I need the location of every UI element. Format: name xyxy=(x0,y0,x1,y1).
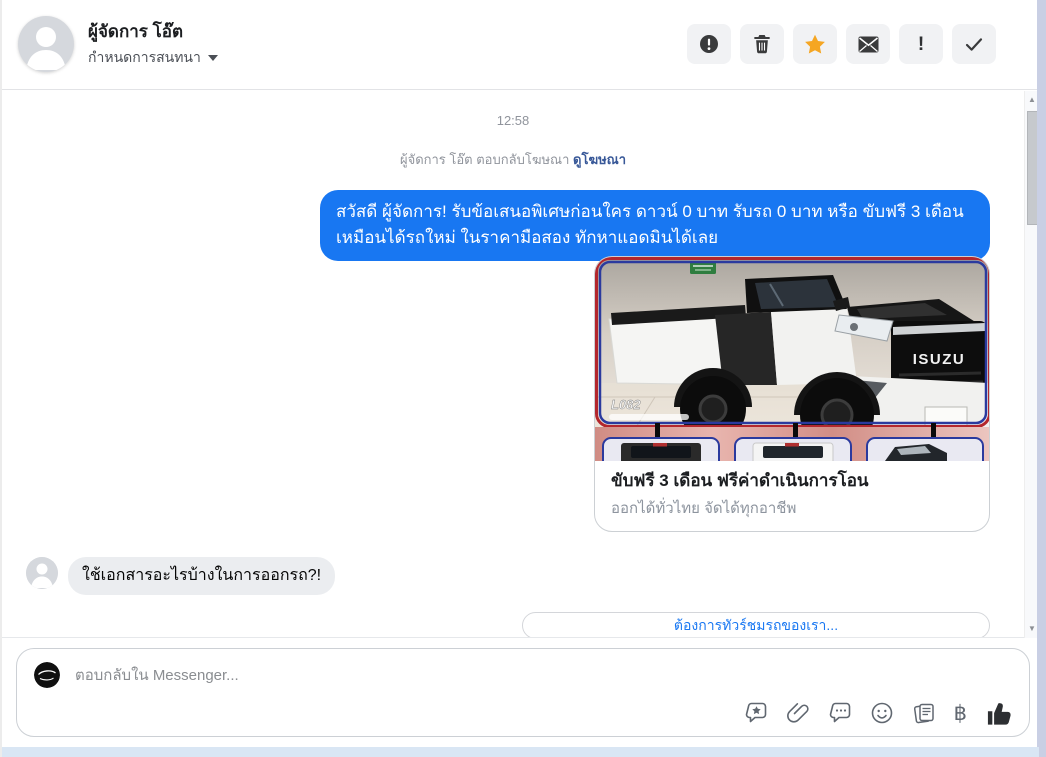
reply-input[interactable] xyxy=(75,656,695,694)
window-bottom-edge xyxy=(2,747,1039,757)
quick-reply-button[interactable]: ต้องการทัวร์ชมรถของเรา... xyxy=(522,612,990,637)
like-button[interactable] xyxy=(985,699,1013,727)
mark-unread-button[interactable] xyxy=(846,24,890,64)
photo-watermark: L082 xyxy=(611,397,641,412)
ad-context-line: ผู้จัดการ โอ๊ต ตอบกลับโฆษณา ดูโฆษณา xyxy=(2,149,1024,170)
ad-context-text: ผู้จัดการ โอ๊ต ตอบกลับโฆษณา xyxy=(399,152,570,167)
conversation-schedule-dropdown[interactable]: กำหนดการสนทนา xyxy=(88,47,218,69)
report-button[interactable] xyxy=(687,24,731,64)
window-right-edge xyxy=(1037,0,1046,757)
composer-toolbar: ฿ xyxy=(744,699,1013,727)
check-icon xyxy=(965,38,983,51)
thumbs-up-icon xyxy=(987,703,1011,725)
messenger-conversation-window: ผู้จัดการ โอ๊ต กำหนดการสนทนา ! 12:58 ผู้… xyxy=(0,0,1046,757)
thumbnail-1 xyxy=(602,437,720,461)
ad-card-subtitle: ออกได้ทั่วไทย จัดได้ทุกอาชีพ xyxy=(611,499,797,517)
follow-up-button[interactable] xyxy=(793,24,837,64)
exclamation-icon: ! xyxy=(917,33,925,55)
view-ad-link[interactable]: ดูโฆษณา xyxy=(573,152,626,167)
ad-card-body: ขับฟรี 3 เดือน ฟรีค่าดำเนินการโอน ออกได้… xyxy=(595,461,989,520)
priority-button[interactable]: ! xyxy=(899,24,943,64)
page-logo-icon xyxy=(34,662,60,688)
notes-icon xyxy=(913,703,934,724)
page-logo-avatar xyxy=(34,662,60,688)
star-icon xyxy=(805,34,825,53)
saved-replies-button[interactable] xyxy=(828,701,852,725)
paperclip-icon xyxy=(786,703,809,723)
thumbnail-2 xyxy=(734,437,852,461)
mark-done-button[interactable] xyxy=(952,24,996,64)
contact-avatar[interactable] xyxy=(18,16,74,72)
trash-icon xyxy=(754,35,770,54)
contact-name: ผู้จัดการ โอ๊ต xyxy=(88,22,184,41)
chevron-down-icon xyxy=(207,55,218,61)
truck-brand-text: ISUZU xyxy=(913,351,966,368)
ad-card-title: ขับฟรี 3 เดือน ฟรีค่าดำเนินการโอน xyxy=(611,471,869,490)
header-action-bar: ! xyxy=(687,24,996,64)
incoming-message-bubble: ใช้เอกสารอะไรบ้างในการออกรถ?! xyxy=(68,557,336,596)
incoming-message-row: ใช้เอกสารอะไรบ้างในการออกรถ?! xyxy=(26,557,336,596)
ad-card[interactable]: ISUZU L082 ขับฟรี 3 เดือน ฟรีค่าดำเนินกา… xyxy=(594,256,990,532)
message-thread: 12:58 ผู้จัดการ โอ๊ต ตอบกลับโฆษณา ดูโฆษณ… xyxy=(2,91,1024,638)
report-circle-icon xyxy=(700,35,718,53)
person-icon xyxy=(26,557,58,589)
conversation-header: ผู้จัดการ โอ๊ต กำหนดการสนทนา ! xyxy=(2,0,1039,90)
attach-file-button[interactable] xyxy=(786,701,810,725)
delete-button[interactable] xyxy=(740,24,784,64)
sticker-comment-button[interactable] xyxy=(744,701,768,725)
baht-payment-icon: ฿ xyxy=(953,701,967,725)
sticker-comment-icon xyxy=(745,702,766,723)
emoji-button[interactable] xyxy=(870,701,894,725)
schedule-label: กำหนดการสนทนา xyxy=(88,49,201,65)
timestamp: 12:58 xyxy=(496,113,530,128)
mail-icon xyxy=(858,36,878,52)
person-icon xyxy=(26,27,66,70)
emoji-icon xyxy=(871,702,892,724)
customer-avatar[interactable] xyxy=(26,557,58,589)
reply-composer: ฿ xyxy=(16,648,1030,737)
payment-button[interactable]: ฿ xyxy=(954,703,967,724)
outgoing-message-bubble: สวัสดี ผู้จัดการ! รับข้อเสนอพิเศษก่อนใคร… xyxy=(320,190,990,261)
notes-button[interactable] xyxy=(912,701,936,725)
truck-ad-image: ISUZU L082 xyxy=(595,257,989,461)
saved-replies-icon xyxy=(829,702,850,723)
thumbnail-3 xyxy=(866,437,984,461)
